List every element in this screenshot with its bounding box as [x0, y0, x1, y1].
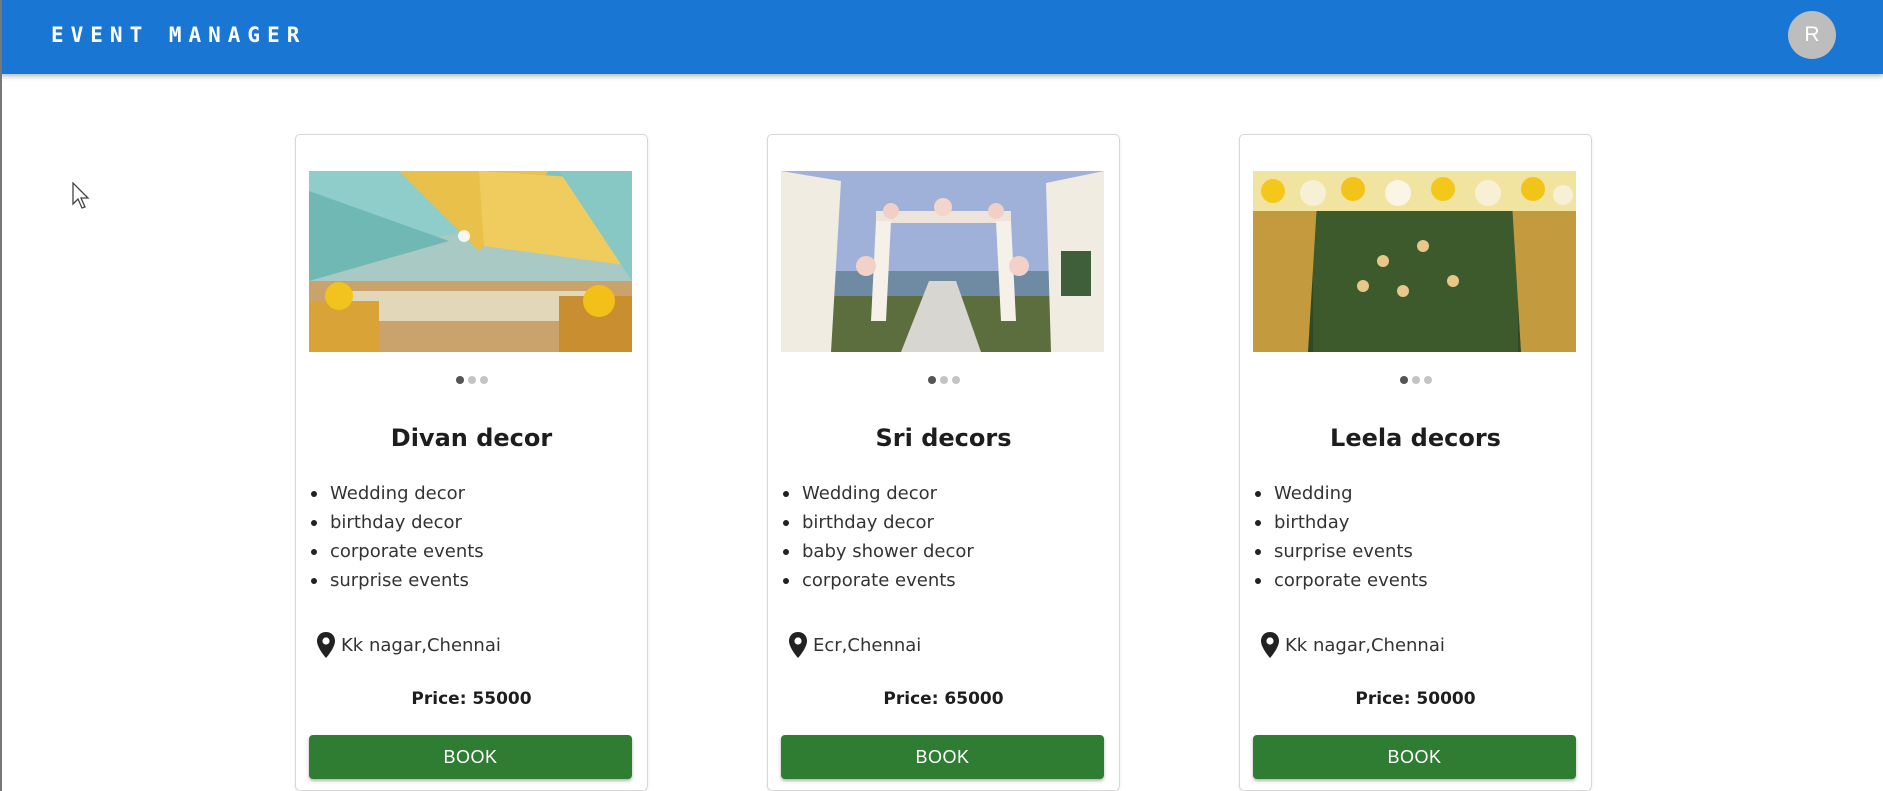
carousel-dot[interactable] — [467, 376, 476, 384]
carousel-dot[interactable] — [951, 376, 960, 384]
location-text: Ecr,Chennai — [813, 634, 922, 656]
feature-item: surprise events — [1255, 537, 1428, 566]
vendor-photo[interactable] — [781, 171, 1104, 352]
location-pin-icon — [1261, 632, 1279, 658]
feature-item: Wedding — [1255, 479, 1428, 508]
location-text: Kk nagar,Chennai — [1285, 634, 1445, 656]
feature-item: corporate events — [1255, 566, 1428, 595]
feature-item: baby shower decor — [783, 537, 974, 566]
feature-list: Wedding decor birthday decor baby shower… — [783, 479, 974, 595]
vendor-name: Leela decors — [1330, 424, 1501, 452]
vendor-price: Price: 55000 — [411, 689, 532, 709]
vendor-location: Kk nagar,Chennai — [1260, 632, 1445, 658]
feature-item: birthday — [1255, 508, 1428, 537]
feature-item: surprise events — [311, 566, 484, 595]
feature-item: corporate events — [311, 537, 484, 566]
book-button[interactable]: BOOK — [309, 735, 632, 779]
app-title: EVENT MANAGER — [51, 23, 307, 47]
carousel-dot[interactable] — [927, 376, 936, 384]
book-button[interactable]: BOOK — [781, 735, 1104, 779]
carousel-dot[interactable] — [1423, 376, 1432, 384]
feature-item: birthday decor — [783, 508, 974, 537]
vendor-name: Sri decors — [875, 424, 1012, 452]
vendor-card: Leela decors Wedding birthday surprise e… — [1239, 134, 1592, 791]
feature-item: Wedding decor — [311, 479, 484, 508]
vendor-name: Divan decor — [390, 424, 553, 452]
feature-list: Wedding decor birthday decor corporate e… — [311, 479, 484, 595]
feature-item: birthday decor — [311, 508, 484, 537]
vendor-card: Sri decors Wedding decor birthday decor … — [767, 134, 1120, 791]
location-pin-icon — [789, 632, 807, 658]
carousel-dot[interactable] — [939, 376, 948, 384]
location-pin-icon — [317, 632, 335, 658]
feature-item: corporate events — [783, 566, 974, 595]
carousel-indicator — [1240, 376, 1591, 384]
user-avatar[interactable]: R — [1788, 11, 1836, 59]
vendor-card: Divan decor Wedding decor birthday decor… — [295, 134, 648, 791]
vendor-location: Ecr,Chennai — [788, 632, 921, 658]
feature-list: Wedding birthday surprise events corpora… — [1255, 479, 1428, 595]
vendor-price: Price: 50000 — [1355, 689, 1476, 709]
carousel-indicator — [768, 376, 1119, 384]
feature-item: Wedding decor — [783, 479, 974, 508]
mouse-pointer-icon — [72, 182, 90, 209]
app-bar: EVENT MANAGER R — [0, 0, 1883, 74]
carousel-indicator — [296, 376, 647, 384]
vendor-price: Price: 65000 — [883, 689, 1004, 709]
vendor-photo[interactable] — [309, 171, 632, 352]
location-text: Kk nagar,Chennai — [341, 634, 501, 656]
vendor-photo[interactable] — [1253, 171, 1576, 352]
vendor-location: Kk nagar,Chennai — [316, 632, 501, 658]
window-left-border — [0, 0, 2, 791]
carousel-dot[interactable] — [479, 376, 488, 384]
carousel-dot[interactable] — [1411, 376, 1420, 384]
carousel-dot[interactable] — [1399, 376, 1408, 384]
book-button[interactable]: BOOK — [1253, 735, 1576, 779]
carousel-dot[interactable] — [455, 376, 464, 384]
